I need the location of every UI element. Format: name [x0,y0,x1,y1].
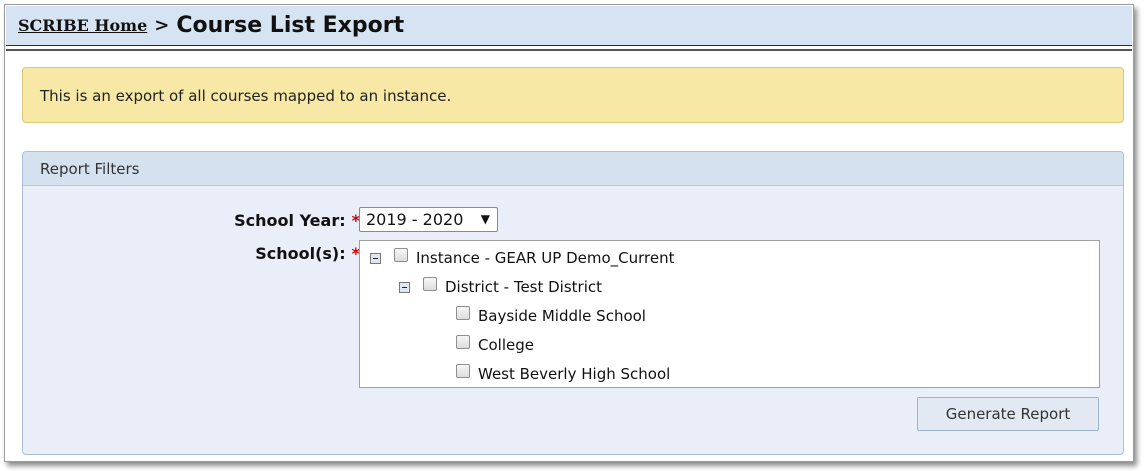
title-divider [6,49,1132,51]
tree-node-school: West Beverly High School [456,363,670,385]
tree-node-label[interactable]: District - Test District [445,278,602,296]
tree-node-label[interactable]: College [478,336,534,354]
chevron-down-icon: ▼ [480,212,490,226]
school-year-select[interactable]: 2019 - 2020 ▼ [359,207,498,232]
tree-node-instance: Instance - GEAR UP Demo_Current [370,247,675,269]
breadcrumb: SCRIBE Home > Course List Export [6,6,1132,46]
generate-report-button[interactable]: Generate Report [917,397,1099,431]
page-frame: SCRIBE Home > Course List Export This is… [4,4,1134,462]
tree-node-label[interactable]: West Beverly High School [478,365,670,383]
page-title: Course List Export [176,13,405,38]
collapse-icon[interactable] [399,281,410,293]
school-year-label: School Year: * [234,211,360,230]
instance-checkbox[interactable] [394,248,408,262]
tree-node-district: District - Test District [399,276,602,298]
schools-label-text: School(s): [255,244,346,263]
school-year-label-text: School Year: [234,211,346,230]
schools-tree[interactable]: Instance - GEAR UP Demo_Current District… [359,240,1100,388]
school-checkbox[interactable] [456,364,470,378]
report-filters-panel: Report Filters School Year: * 2019 - 2020… [22,151,1124,455]
collapse-icon[interactable] [370,252,381,264]
school-checkbox[interactable] [456,306,470,320]
tree-node-label[interactable]: Instance - GEAR UP Demo_Current [416,249,675,267]
breadcrumb-separator: > [154,15,170,36]
schools-label: School(s): * [255,244,360,263]
school-year-value: 2019 - 2020 [366,210,464,229]
school-checkbox[interactable] [456,335,470,349]
panel-heading: Report Filters [23,152,1123,186]
tree-node-school: College [456,334,534,356]
info-notice: This is an export of all courses mapped … [22,67,1124,123]
tree-node-label[interactable]: Bayside Middle School [478,307,646,325]
breadcrumb-home-link[interactable]: SCRIBE Home [18,16,147,35]
district-checkbox[interactable] [423,277,437,291]
tree-node-school: Bayside Middle School [456,305,646,327]
